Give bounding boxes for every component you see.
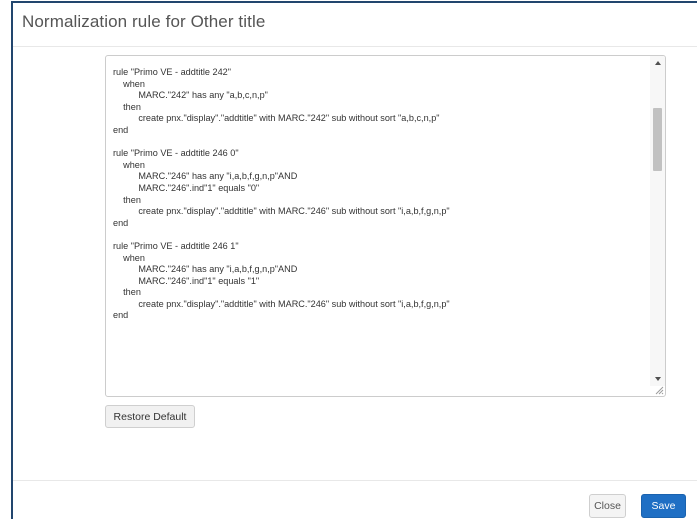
resize-grip-icon[interactable]: [654, 385, 664, 395]
editor-vertical-scrollbar[interactable]: [650, 56, 665, 386]
rule-code-editor[interactable]: rule "Primo VE - addtitle 242" when MARC…: [105, 55, 666, 397]
close-button[interactable]: Close: [589, 494, 626, 518]
restore-default-button[interactable]: Restore Default: [105, 405, 195, 428]
rule-code-text[interactable]: rule "Primo VE - addtitle 242" when MARC…: [113, 67, 624, 322]
scroll-down-arrow-icon[interactable]: [650, 372, 665, 386]
scrollbar-thumb[interactable]: [653, 108, 662, 171]
dialog-header: Normalization rule for Other title: [13, 3, 697, 47]
dialog-title: Normalization rule for Other title: [22, 12, 266, 31]
save-button[interactable]: Save: [641, 494, 686, 518]
scroll-up-arrow-icon[interactable]: [650, 56, 665, 70]
